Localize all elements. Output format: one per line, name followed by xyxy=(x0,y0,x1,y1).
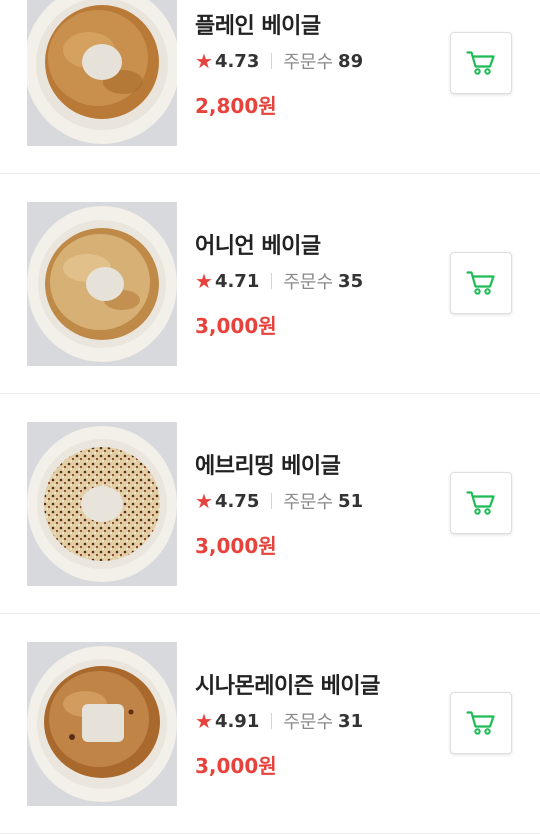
product-list: 플레인 베이글 ★ 4.73 주문수 89 2,800원 어니언 베이글 ★ 4… xyxy=(0,0,540,834)
add-to-cart-button[interactable] xyxy=(450,692,512,754)
orders-label: 주문수 xyxy=(283,272,334,293)
star-icon: ★ xyxy=(195,49,213,73)
product-name[interactable]: 어니언 베이글 xyxy=(195,228,321,260)
add-to-cart-button[interactable] xyxy=(450,472,512,534)
add-to-cart-button[interactable] xyxy=(450,252,512,314)
product-image-cinnamon-raisin-bagel[interactable] xyxy=(27,642,177,806)
product-item-everything-bagel[interactable]: 에브리띵 베이글 ★ 4.75 주문수 51 3,000원 xyxy=(0,394,540,614)
bagel-image xyxy=(27,422,177,586)
product-name[interactable]: 시나몬레이즌 베이글 xyxy=(195,668,380,700)
product-image-onion-bagel[interactable] xyxy=(27,202,177,366)
product-price: 3,000원 xyxy=(195,534,277,558)
product-price: 3,000원 xyxy=(195,314,277,338)
orders-label: 주문수 xyxy=(283,492,334,513)
product-meta: ★ 4.73 주문수 89 xyxy=(195,49,364,74)
bagel-image xyxy=(27,202,177,366)
add-to-cart-button[interactable] xyxy=(450,32,512,94)
orders-count: 51 xyxy=(338,490,364,512)
orders-count: 35 xyxy=(338,270,364,292)
product-rating: 4.71 xyxy=(214,270,260,292)
star-icon: ★ xyxy=(195,269,213,293)
meta-divider xyxy=(271,713,273,729)
product-name[interactable]: 에브리띵 베이글 xyxy=(195,448,341,480)
cart-icon xyxy=(466,271,495,295)
product-rating: 4.91 xyxy=(214,710,260,732)
product-rating: 4.75 xyxy=(214,490,260,512)
product-name[interactable]: 플레인 베이글 xyxy=(195,8,321,40)
star-icon: ★ xyxy=(195,709,213,733)
orders-count: 89 xyxy=(338,50,364,72)
cart-icon xyxy=(466,711,495,735)
product-rating: 4.73 xyxy=(214,50,260,72)
product-price: 2,800원 xyxy=(195,94,277,118)
star-icon: ★ xyxy=(195,489,213,513)
product-item-cinnamon-raisin-bagel[interactable]: 시나몬레이즌 베이글 ★ 4.91 주문수 31 3,000원 xyxy=(0,614,540,834)
cart-icon xyxy=(466,491,495,515)
product-item-plain-bagel[interactable]: 플레인 베이글 ★ 4.73 주문수 89 2,800원 xyxy=(0,0,540,174)
cart-icon xyxy=(466,51,495,75)
bagel-image xyxy=(27,0,177,146)
meta-divider xyxy=(271,53,273,69)
product-price: 3,000원 xyxy=(195,754,277,778)
product-image-plain-bagel[interactable] xyxy=(27,0,177,146)
product-meta: ★ 4.75 주문수 51 xyxy=(195,489,364,514)
bagel-image xyxy=(27,642,177,806)
orders-label: 주문수 xyxy=(283,712,334,733)
meta-divider xyxy=(271,273,273,289)
orders-label: 주문수 xyxy=(283,52,334,73)
orders-count: 31 xyxy=(338,710,364,732)
meta-divider xyxy=(271,493,273,509)
product-meta: ★ 4.71 주문수 35 xyxy=(195,269,364,294)
product-item-onion-bagel[interactable]: 어니언 베이글 ★ 4.71 주문수 35 3,000원 xyxy=(0,174,540,394)
product-meta: ★ 4.91 주문수 31 xyxy=(195,709,364,734)
product-image-everything-bagel[interactable] xyxy=(27,422,177,586)
